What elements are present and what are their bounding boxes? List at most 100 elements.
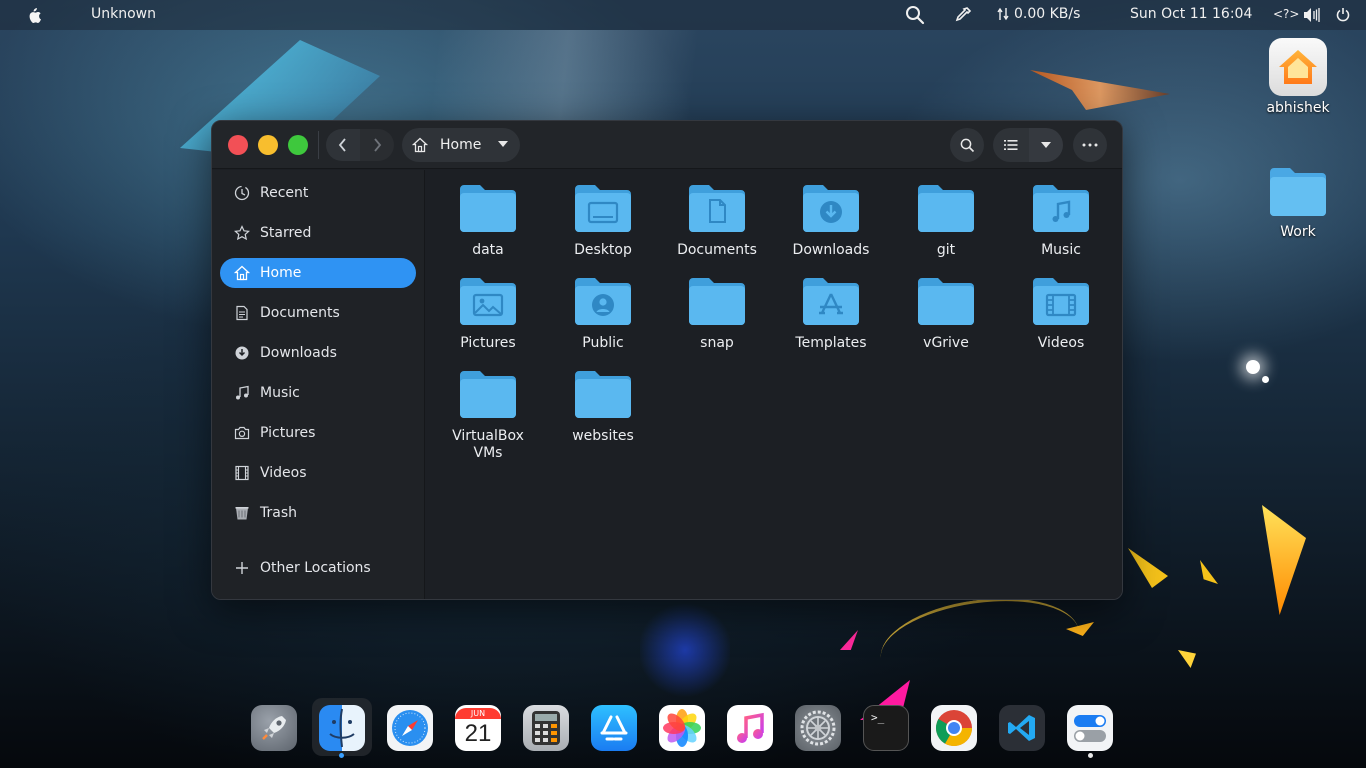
folder-label: git xyxy=(936,242,956,258)
documents-folder-icon xyxy=(689,185,745,232)
path-label: Home xyxy=(440,137,482,153)
desktop-icon-label: Work xyxy=(1280,224,1316,240)
terminal-prompt-glyph: >_ xyxy=(871,711,885,724)
menu-button[interactable] xyxy=(1073,128,1107,162)
folder-item-templates[interactable]: Templates xyxy=(776,277,886,352)
running-indicator xyxy=(339,753,344,758)
folder-item-snap[interactable]: snap xyxy=(662,277,772,352)
active-app-name[interactable]: Unknown xyxy=(91,6,156,22)
wallpaper-shard xyxy=(1178,650,1196,668)
search-button[interactable] xyxy=(950,128,984,162)
back-button[interactable] xyxy=(326,129,360,161)
home-folder-icon xyxy=(1269,38,1327,96)
vscode-icon[interactable] xyxy=(999,705,1045,751)
folder-label: Public xyxy=(582,335,624,351)
music-folder-icon xyxy=(1033,185,1089,232)
folder-icon xyxy=(575,371,631,418)
folder-item-git[interactable]: git xyxy=(891,184,1001,259)
color-picker-icon[interactable] xyxy=(954,6,972,24)
power-icon[interactable] xyxy=(1336,7,1350,22)
plus-icon xyxy=(234,560,250,576)
close-window-button[interactable] xyxy=(228,135,248,155)
safari-icon[interactable] xyxy=(387,705,433,751)
sidebar-item-documents[interactable]: Documents xyxy=(220,298,416,328)
folder-label: Videos xyxy=(1037,335,1085,351)
minimize-window-button[interactable] xyxy=(258,135,278,155)
maximize-window-button[interactable] xyxy=(288,135,308,155)
sidebar-item-recent[interactable]: Recent xyxy=(220,178,416,208)
search-icon[interactable] xyxy=(905,5,925,25)
clock[interactable]: Sun Oct 11 16:04 xyxy=(1130,6,1252,22)
top-bar: Unknown 0.00 KB/s Sun Oct 11 16:04 <?> xyxy=(0,0,1366,30)
folder-icon xyxy=(1270,168,1326,216)
sidebar-item-starred[interactable]: Starred xyxy=(220,218,416,248)
download-icon xyxy=(234,345,250,361)
wallpaper-shard xyxy=(1200,560,1218,584)
network-speed-indicator[interactable]: 0.00 KB/s xyxy=(997,6,1080,22)
folder-item-downloads[interactable]: Downloads xyxy=(776,184,886,259)
folder-item-data[interactable]: data xyxy=(433,184,543,259)
videos-folder-icon xyxy=(1033,278,1089,325)
launchpad-icon[interactable] xyxy=(251,705,297,751)
folder-item-websites[interactable]: websites xyxy=(548,370,658,445)
music-icon xyxy=(234,385,250,401)
folder-icon xyxy=(918,278,974,325)
calendar-icon[interactable]: JUN 21 xyxy=(455,705,501,751)
more-options-icon xyxy=(1082,143,1098,147)
folder-item-desktop[interactable]: Desktop xyxy=(548,184,658,259)
path-bar-home-button[interactable]: Home xyxy=(402,128,520,162)
running-indicator xyxy=(1088,753,1093,758)
sidebar-item-pictures[interactable]: Pictures xyxy=(220,418,416,448)
sidebar-item-downloads[interactable]: Downloads xyxy=(220,338,416,368)
calculator-icon[interactable] xyxy=(523,705,569,751)
templates-folder-icon xyxy=(803,278,859,325)
folder-item-vgrive[interactable]: vGrive xyxy=(891,277,1001,352)
folder-item-videos[interactable]: Videos xyxy=(1006,277,1116,352)
view-options-button[interactable] xyxy=(1029,128,1063,162)
apple-icon[interactable] xyxy=(26,7,42,24)
sidebar-item-label: Other Locations xyxy=(260,560,371,576)
folder-label: Music xyxy=(1041,242,1081,258)
folder-label: Desktop xyxy=(574,242,632,258)
toggles-icon[interactable] xyxy=(1067,705,1113,751)
wallpaper-shard xyxy=(840,630,858,650)
wallpaper-star-small xyxy=(1262,376,1269,383)
sidebar-item-label: Downloads xyxy=(260,345,337,361)
sidebar-item-label: Home xyxy=(260,265,302,281)
sidebar-item-label: Pictures xyxy=(260,425,316,441)
chevron-left-icon xyxy=(338,138,346,152)
sidebar-item-videos[interactable]: Videos xyxy=(220,458,416,488)
forward-button[interactable] xyxy=(360,129,394,161)
finder-icon[interactable] xyxy=(319,705,365,751)
app-store-icon[interactable] xyxy=(591,705,637,751)
folder-item-virtualbox-vms[interactable]: VirtualBox VMs xyxy=(433,370,543,462)
wallpaper-shard xyxy=(1066,622,1094,636)
sidebar-item-home[interactable]: Home xyxy=(220,258,416,288)
folder-item-music[interactable]: Music xyxy=(1006,184,1116,259)
keyboard-layout-indicator[interactable]: <?> xyxy=(1273,7,1299,21)
desktop-home-folder[interactable]: abhishek xyxy=(1258,38,1338,116)
file-grid: data Desktop Documents Downloads git Mus… xyxy=(426,170,1122,599)
search-icon xyxy=(960,138,974,152)
document-icon xyxy=(234,305,250,321)
sidebar-item-trash[interactable]: Trash xyxy=(220,498,416,528)
terminal-icon[interactable]: >_ xyxy=(863,705,909,751)
list-view-icon xyxy=(1004,140,1018,150)
music-app-icon[interactable] xyxy=(727,705,773,751)
photos-icon[interactable] xyxy=(659,705,705,751)
chrome-icon[interactable] xyxy=(931,705,977,751)
calendar-day: 21 xyxy=(464,719,492,747)
desktop-work-folder[interactable]: Work xyxy=(1258,166,1338,240)
sidebar-item-music[interactable]: Music xyxy=(220,378,416,408)
sidebar-item-other-locations[interactable]: Other Locations xyxy=(220,553,416,583)
wallpaper-blue-glow xyxy=(640,600,730,700)
volume-icon[interactable] xyxy=(1303,7,1320,23)
folder-item-pictures[interactable]: Pictures xyxy=(433,277,543,352)
home-icon xyxy=(412,137,428,153)
folder-item-public[interactable]: Public xyxy=(548,277,658,352)
system-settings-icon[interactable] xyxy=(795,705,841,751)
list-view-button[interactable] xyxy=(993,128,1029,162)
folder-item-documents[interactable]: Documents xyxy=(662,184,772,259)
network-speed-label: 0.00 KB/s xyxy=(1014,6,1081,22)
sidebar-item-label: Documents xyxy=(260,305,340,321)
